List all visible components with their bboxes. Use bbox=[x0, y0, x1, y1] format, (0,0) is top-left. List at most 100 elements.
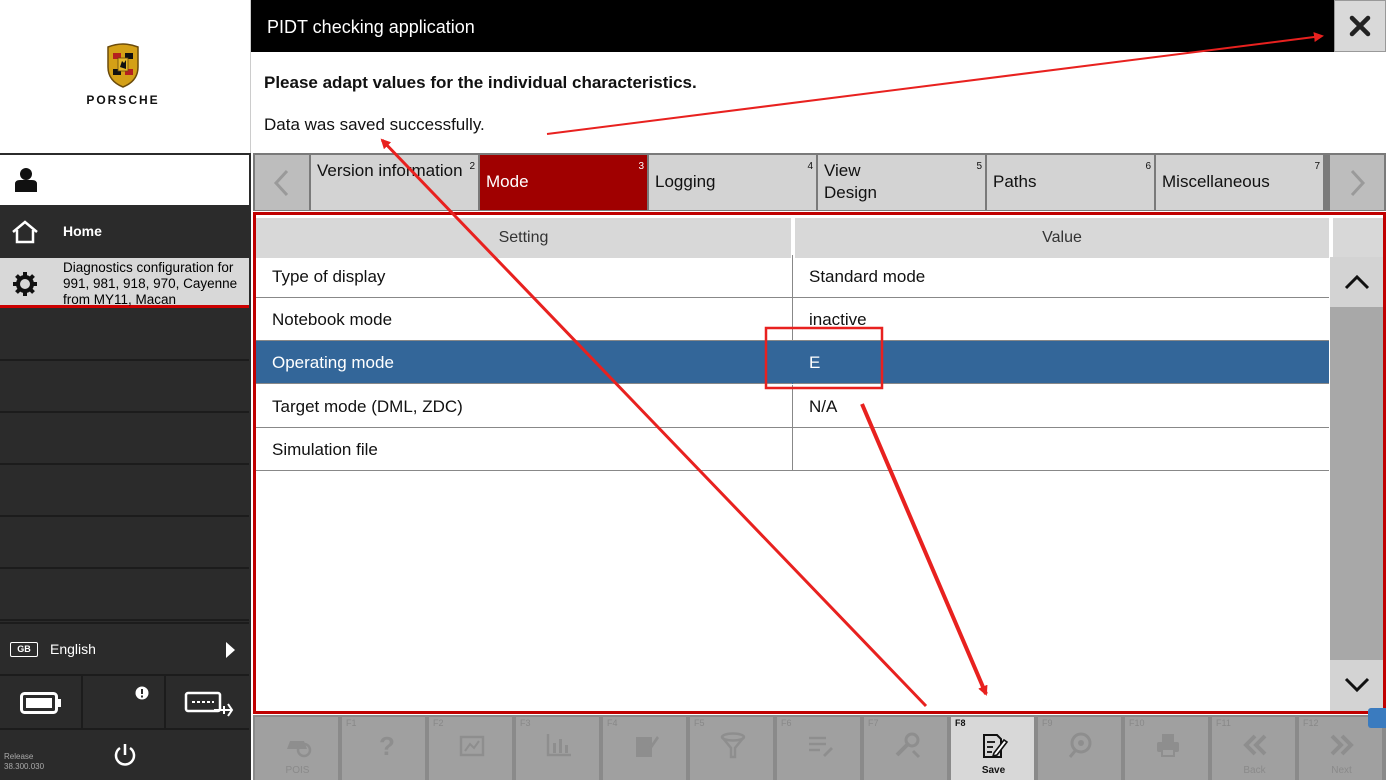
setting-cell: Target mode (DML, ZDC) bbox=[272, 397, 463, 416]
table-row[interactable]: Simulation file bbox=[256, 428, 1329, 471]
notification-status[interactable] bbox=[85, 676, 166, 728]
tab-miscellaneous[interactable]: Miscellaneous 7 bbox=[1156, 155, 1325, 210]
sidebar-item-label: Diagnostics configuration for 991, 981, … bbox=[63, 260, 238, 306]
gauge-icon bbox=[459, 735, 485, 757]
list-edit-icon bbox=[809, 736, 833, 757]
back-icon bbox=[1243, 734, 1267, 756]
tab-number: 4 bbox=[807, 161, 813, 172]
filter-icon bbox=[720, 732, 746, 759]
user-icon bbox=[15, 168, 37, 192]
back-button[interactable]: F11 Back bbox=[1212, 717, 1297, 780]
fkey-f10-button[interactable]: F10 bbox=[1125, 717, 1210, 780]
sidebar-empty-row bbox=[0, 467, 249, 517]
chevron-down-icon bbox=[1344, 677, 1370, 693]
table-row[interactable]: Target mode (DML, ZDC) N/A bbox=[256, 385, 1329, 428]
fkey-f7-button[interactable]: F7 bbox=[864, 717, 949, 780]
release-version: 38.300.030 bbox=[4, 762, 45, 771]
sidebar-empty-row bbox=[0, 415, 249, 465]
close-button[interactable] bbox=[1334, 0, 1386, 52]
fkey-f4-button[interactable]: F4 bbox=[603, 717, 688, 780]
sidebar-empty-row bbox=[0, 311, 249, 361]
fkey-f3-button[interactable]: F3 bbox=[516, 717, 601, 780]
window-title-bar: PIDT checking application bbox=[251, 0, 1386, 52]
fkey-f1-button[interactable]: F1? bbox=[342, 717, 427, 780]
release-label: Release bbox=[4, 752, 34, 761]
scrollbar[interactable] bbox=[1330, 257, 1383, 711]
edit-doc-icon bbox=[636, 736, 659, 757]
brand-logo: PORSCHE bbox=[0, 0, 251, 153]
tab-number: 5 bbox=[976, 161, 982, 172]
table-row[interactable]: Notebook mode inactive bbox=[256, 298, 1329, 341]
sidebar-empty-row bbox=[0, 363, 249, 413]
tab-scroll-right-button[interactable] bbox=[1330, 155, 1384, 210]
value-cell: E bbox=[809, 353, 821, 372]
fkey-f6-button[interactable]: F6 bbox=[777, 717, 862, 780]
sidebar-empty-row bbox=[0, 519, 249, 569]
gear-icon bbox=[13, 272, 37, 296]
release-info: Release 38.300.030 bbox=[4, 752, 44, 772]
value-cell: N/A bbox=[809, 397, 838, 416]
sidebar-item-home[interactable]: Home bbox=[0, 207, 249, 257]
tab-label: View Design bbox=[824, 161, 877, 202]
tab-version-information[interactable]: Version information 2 bbox=[311, 155, 480, 210]
close-icon bbox=[1349, 15, 1371, 37]
status-message: Data was saved successfully. bbox=[264, 115, 485, 134]
help-icon: ? bbox=[379, 731, 395, 759]
home-icon bbox=[12, 220, 38, 244]
power-icon[interactable] bbox=[113, 742, 137, 768]
print-icon bbox=[1157, 734, 1179, 757]
tab-paths[interactable]: Paths 6 bbox=[987, 155, 1156, 210]
user-row[interactable] bbox=[0, 155, 249, 205]
car-search-icon bbox=[287, 741, 312, 758]
battery-icon bbox=[20, 692, 61, 714]
connection-status[interactable] bbox=[168, 676, 249, 728]
alert-icon bbox=[135, 686, 149, 700]
save-button[interactable]: F8 Save bbox=[951, 717, 1036, 780]
setting-cell: Type of display bbox=[272, 267, 386, 286]
next-icon bbox=[1330, 734, 1354, 756]
chevron-up-icon bbox=[1344, 274, 1370, 290]
chevron-left-icon bbox=[273, 169, 289, 197]
tab-label: Logging bbox=[655, 172, 716, 191]
column-header-setting: Setting bbox=[256, 218, 793, 258]
language-selector[interactable]: GB English bbox=[0, 622, 249, 672]
page-heading: Please adapt values for the individual c… bbox=[264, 73, 697, 92]
tab-number: 2 bbox=[469, 161, 475, 172]
tab-number: 7 bbox=[1314, 161, 1320, 172]
tab-logging[interactable]: Logging 4 bbox=[649, 155, 818, 210]
tab-label: Paths bbox=[993, 172, 1037, 191]
save-doc-icon bbox=[983, 734, 1008, 758]
column-header-value: Value bbox=[795, 218, 1331, 258]
tab-view-design[interactable]: View Design 5 bbox=[818, 155, 987, 210]
tab-label: Miscellaneous bbox=[1162, 172, 1270, 191]
tab-bar: Version information 2 Mode 3 Logging 4 View… bbox=[253, 153, 1386, 211]
window-title: PIDT checking application bbox=[267, 17, 475, 37]
svg-text:?: ? bbox=[379, 731, 395, 759]
chevron-right-icon bbox=[1350, 169, 1366, 197]
tab-scroll-left-button[interactable] bbox=[255, 155, 309, 210]
scroll-down-button[interactable] bbox=[1330, 660, 1383, 711]
function-key-bar: POIS F1? F2 F3 F4 F5 F6 F7 F8 Save F9 F10… bbox=[253, 715, 1386, 780]
chart-icon bbox=[546, 734, 571, 757]
setting-cell: Operating mode bbox=[272, 353, 394, 372]
usb-connection-icon bbox=[184, 691, 234, 717]
fkey-f9-button[interactable]: F9 bbox=[1038, 717, 1123, 780]
chevron-right-icon bbox=[226, 642, 235, 658]
sidebar-item-label: Home bbox=[63, 223, 102, 239]
fkey-f2-button[interactable]: F2 bbox=[429, 717, 514, 780]
teamviewer-icon[interactable] bbox=[1368, 708, 1386, 728]
battery-status[interactable] bbox=[0, 676, 83, 728]
fkey-pois-button[interactable]: POIS bbox=[255, 717, 340, 780]
tab-mode[interactable]: Mode 3 bbox=[480, 155, 649, 210]
tab-number: 3 bbox=[638, 161, 644, 172]
fkey-f5-button[interactable]: F5 bbox=[690, 717, 775, 780]
search-settings-icon bbox=[1068, 732, 1092, 758]
column-header-spacer bbox=[1333, 218, 1383, 258]
table-row-selected[interactable]: Operating mode E bbox=[256, 341, 1329, 384]
setting-cell: Simulation file bbox=[272, 440, 378, 459]
sidebar-item-diagnostics[interactable]: Diagnostics configuration for 991, 981, … bbox=[0, 258, 249, 308]
table-row[interactable]: Type of display Standard mode bbox=[256, 255, 1329, 298]
scroll-up-button[interactable] bbox=[1330, 257, 1383, 307]
tab-label: Version information bbox=[317, 161, 463, 180]
tab-label: Mode bbox=[486, 172, 529, 191]
